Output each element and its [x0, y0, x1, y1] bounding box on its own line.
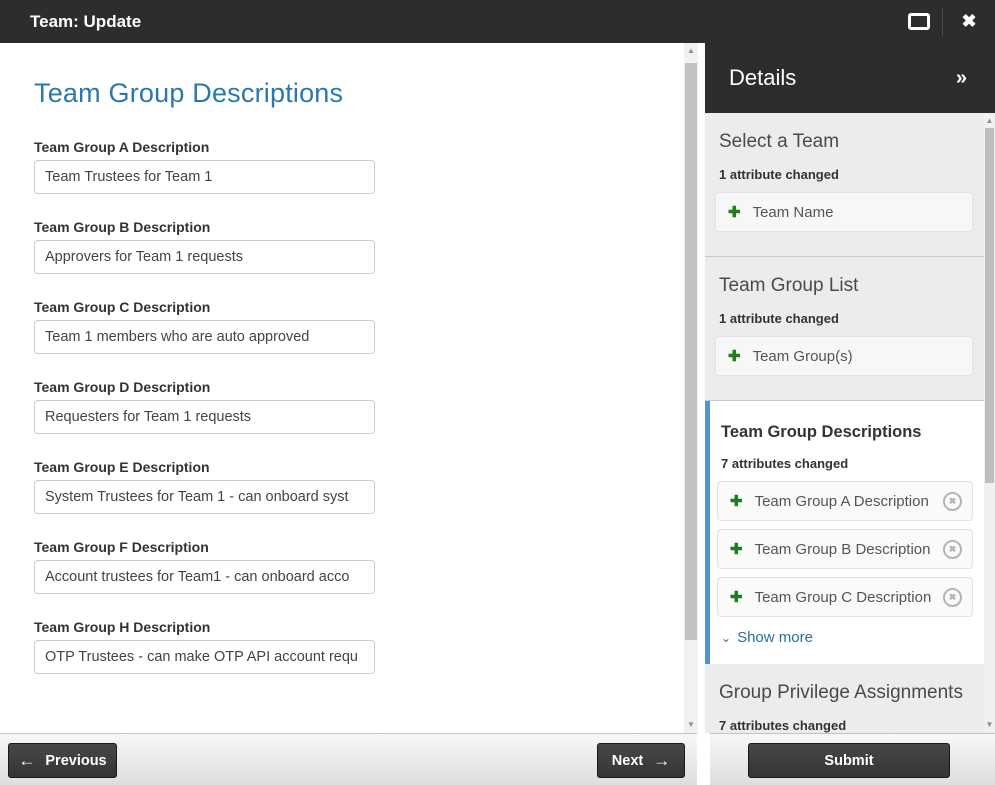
section-title: Select a Team — [719, 131, 840, 152]
scroll-up-icon[interactable]: ▲ — [684, 45, 698, 57]
team-update-dialog: Team: Update ✖ Team Group Descriptions T… — [0, 0, 995, 785]
field-input-team-group-h-description[interactable] — [34, 640, 375, 674]
details-sidebar: Details » Select a Team 1 attribute chan… — [705, 43, 995, 733]
field-group-b: Team Group B Description — [34, 219, 665, 274]
section-team-group-descriptions-active: Team Group Descriptions 7 attributes cha… — [705, 401, 995, 664]
chevron-down-icon: ⌄ — [721, 630, 732, 645]
window-title: Team: Update — [30, 11, 142, 31]
field-group-f: Team Group F Description — [34, 539, 665, 594]
section-title: Team Group List — [719, 275, 859, 296]
section-select-a-team: Select a Team 1 attribute changed ✚ Team… — [705, 113, 995, 257]
field-label-c: Team Group C Description — [34, 299, 211, 315]
section-title: Team Group Descriptions — [721, 423, 922, 441]
section-status: 7 attributes changed — [719, 718, 847, 733]
field-label-a: Team Group A Description — [34, 139, 210, 155]
section-title: Group Privilege Assignments — [719, 682, 963, 703]
field-group-h: Team Group H Description — [34, 619, 665, 674]
scroll-up-icon[interactable]: ▲ — [984, 115, 995, 127]
revert-change-icon[interactable]: ✖ — [943, 491, 962, 511]
section-status: 7 attributes changed — [721, 456, 849, 471]
field-input-team-group-e-description[interactable] — [34, 480, 375, 514]
page-title: Team Group Descriptions — [34, 78, 344, 108]
form-panel: Team Group Descriptions Team Group A Des… — [0, 43, 705, 733]
plus-icon: ✚ — [730, 589, 743, 606]
main-scrollbar[interactable]: ▲ ▼ — [684, 43, 698, 733]
revert-change-icon[interactable]: ✖ — [943, 587, 962, 607]
plus-icon: ✚ — [728, 204, 741, 221]
arrow-left-icon: ← — [18, 750, 36, 770]
changed-attribute-card[interactable]: ✚ Team Group B Description ✖ — [717, 529, 973, 569]
section-group-privilege-assignments: Group Privilege Assignments 7 attributes… — [705, 664, 995, 733]
field-input-team-group-a-description[interactable] — [34, 160, 375, 194]
field-group-a: Team Group A Description — [34, 139, 665, 194]
plus-icon: ✚ — [728, 348, 741, 365]
field-label-h: Team Group H Description — [34, 619, 211, 635]
show-more-link[interactable]: ⌄ Show more — [721, 629, 973, 646]
details-title: Details — [729, 65, 797, 90]
close-icon: ✖ — [961, 11, 977, 31]
field-input-team-group-f-description[interactable] — [34, 560, 375, 594]
section-status: 1 attribute changed — [719, 311, 839, 326]
restore-window-button[interactable] — [896, 0, 942, 43]
field-label-d: Team Group D Description — [34, 379, 211, 395]
field-label-b: Team Group B Description — [34, 219, 211, 235]
field-group-c: Team Group C Description — [34, 299, 665, 354]
main-scrollbar-thumb[interactable] — [685, 63, 697, 640]
details-header: Details » — [705, 43, 995, 113]
section-team-group-list: Team Group List 1 attribute changed ✚ Te… — [705, 257, 995, 401]
restore-window-icon — [908, 13, 930, 30]
field-label-f: Team Group F Description — [34, 539, 209, 555]
plus-icon: ✚ — [730, 493, 743, 510]
scroll-down-icon[interactable]: ▼ — [684, 719, 698, 731]
field-label-e: Team Group E Description — [34, 459, 210, 475]
changed-attribute-card[interactable]: ✚ Team Group(s) — [715, 336, 973, 376]
sidebar-scrollbar[interactable]: ▲ ▼ — [984, 113, 995, 733]
next-button[interactable]: Next → — [597, 743, 685, 778]
wizard-footer: ← Previous Next → — [0, 733, 697, 785]
field-input-team-group-b-description[interactable] — [34, 240, 375, 274]
changed-attribute-card[interactable]: ✚ Team Group C Description ✖ — [717, 577, 973, 617]
changed-attribute-card[interactable]: ✚ Team Group A Description ✖ — [717, 481, 973, 521]
field-group-e: Team Group E Description — [34, 459, 665, 514]
title-bar: Team: Update ✖ — [0, 0, 995, 43]
section-status: 1 attribute changed — [719, 167, 839, 182]
previous-button[interactable]: ← Previous — [8, 743, 117, 778]
close-button[interactable]: ✖ — [943, 0, 995, 43]
changed-attribute-card[interactable]: ✚ Team Name — [715, 192, 973, 232]
scroll-down-icon[interactable]: ▼ — [984, 719, 995, 731]
sidebar-scrollbar-thumb[interactable] — [985, 128, 994, 483]
arrow-right-icon: → — [653, 750, 671, 770]
field-group-d: Team Group D Description — [34, 379, 665, 434]
revert-change-icon[interactable]: ✖ — [943, 539, 962, 559]
collapse-sidebar-icon[interactable]: » — [956, 67, 967, 90]
titlebar-actions: ✖ — [896, 0, 995, 43]
plus-icon: ✚ — [730, 541, 743, 558]
field-input-team-group-d-description[interactable] — [34, 400, 375, 434]
submit-button[interactable]: Submit — [748, 743, 950, 778]
submit-footer: Submit — [710, 733, 995, 785]
details-body: Select a Team 1 attribute changed ✚ Team… — [705, 113, 995, 733]
field-input-team-group-c-description[interactable] — [34, 320, 375, 354]
